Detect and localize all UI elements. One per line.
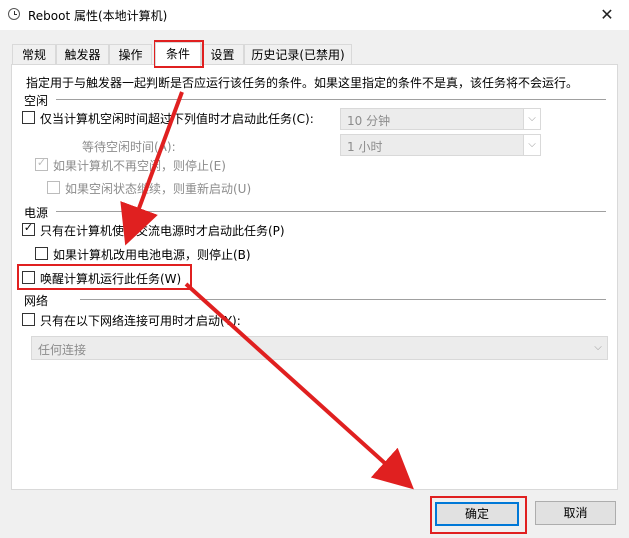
wake-to-run-checkbox[interactable] [22, 271, 35, 284]
description-text: 指定用于与触发器一起判断是否应运行该任务的条件。如果这里指定的条件不是真，该任务… [26, 76, 579, 90]
checkmark-icon: ✓ [36, 156, 47, 169]
wake-to-run-label: 唤醒计算机运行此任务(W) [40, 272, 182, 286]
network-connection-value: 任何连接 [38, 343, 87, 357]
tab-history[interactable]: 历史记录(已禁用) [244, 44, 352, 64]
idle-duration-select[interactable]: 10 分钟 ⌵ [340, 108, 541, 130]
close-button[interactable]: ✕ [585, 0, 629, 30]
clock-icon [8, 8, 20, 20]
tab-settings[interactable]: 设置 [201, 44, 244, 64]
idle-separator [56, 99, 606, 100]
chevron-down-icon: ⌵ [523, 108, 541, 130]
only-if-network-checkbox[interactable] [22, 313, 35, 326]
restart-if-idle-checkbox[interactable] [47, 181, 60, 194]
wait-duration-select[interactable]: 1 小时 ⌵ [340, 134, 541, 156]
tab-conditions[interactable]: 条件 [155, 42, 201, 66]
window-title: Reboot 属性(本地计算机) [28, 9, 168, 23]
idle-duration-value: 10 分钟 [347, 114, 391, 128]
chevron-down-icon: ⌵ [523, 134, 541, 156]
stop-if-not-idle-checkbox[interactable]: ✓ [35, 156, 48, 171]
power-heading: 电源 [24, 206, 49, 220]
network-separator [80, 299, 606, 300]
idle-heading: 空闲 [24, 94, 49, 108]
ac-only-checkbox[interactable]: ✓ [22, 221, 35, 236]
start-if-idle-label: 仅当计算机空闲时间超过下列值时才启动此任务(C): [40, 112, 314, 126]
stop-on-battery-checkbox[interactable] [35, 247, 48, 260]
title-bar: Reboot 属性(本地计算机) ✕ [0, 0, 629, 30]
tab-triggers[interactable]: 触发器 [56, 44, 109, 64]
tab-general[interactable]: 常规 [12, 44, 56, 64]
chevron-down-icon: ⌵ [594, 342, 602, 353]
restart-if-idle-label: 如果空闲状态继续，则重新启动(U) [65, 182, 252, 196]
stop-if-not-idle-label: 如果计算机不再空闲，则停止(E) [53, 159, 226, 173]
cancel-button[interactable]: 取消 [535, 501, 616, 525]
stop-on-battery-label: 如果计算机改用电池电源，则停止(B) [53, 248, 251, 262]
only-if-network-label: 只有在以下网络连接可用时才启动(Y): [40, 314, 241, 328]
network-heading: 网络 [24, 294, 49, 308]
network-connection-select[interactable]: 任何连接 ⌵ [31, 336, 608, 360]
ac-only-label: 只有在计算机使用交流电源时才启动此任务(P) [40, 224, 285, 238]
ok-button[interactable]: 确定 [435, 502, 519, 526]
tab-actions[interactable]: 操作 [109, 44, 152, 64]
wait-idle-label: 等待空闲时间(A): [82, 140, 176, 154]
start-if-idle-checkbox[interactable] [22, 111, 35, 124]
power-separator [56, 211, 606, 212]
checkmark-icon: ✓ [23, 221, 34, 234]
wait-duration-value: 1 小时 [347, 140, 383, 154]
